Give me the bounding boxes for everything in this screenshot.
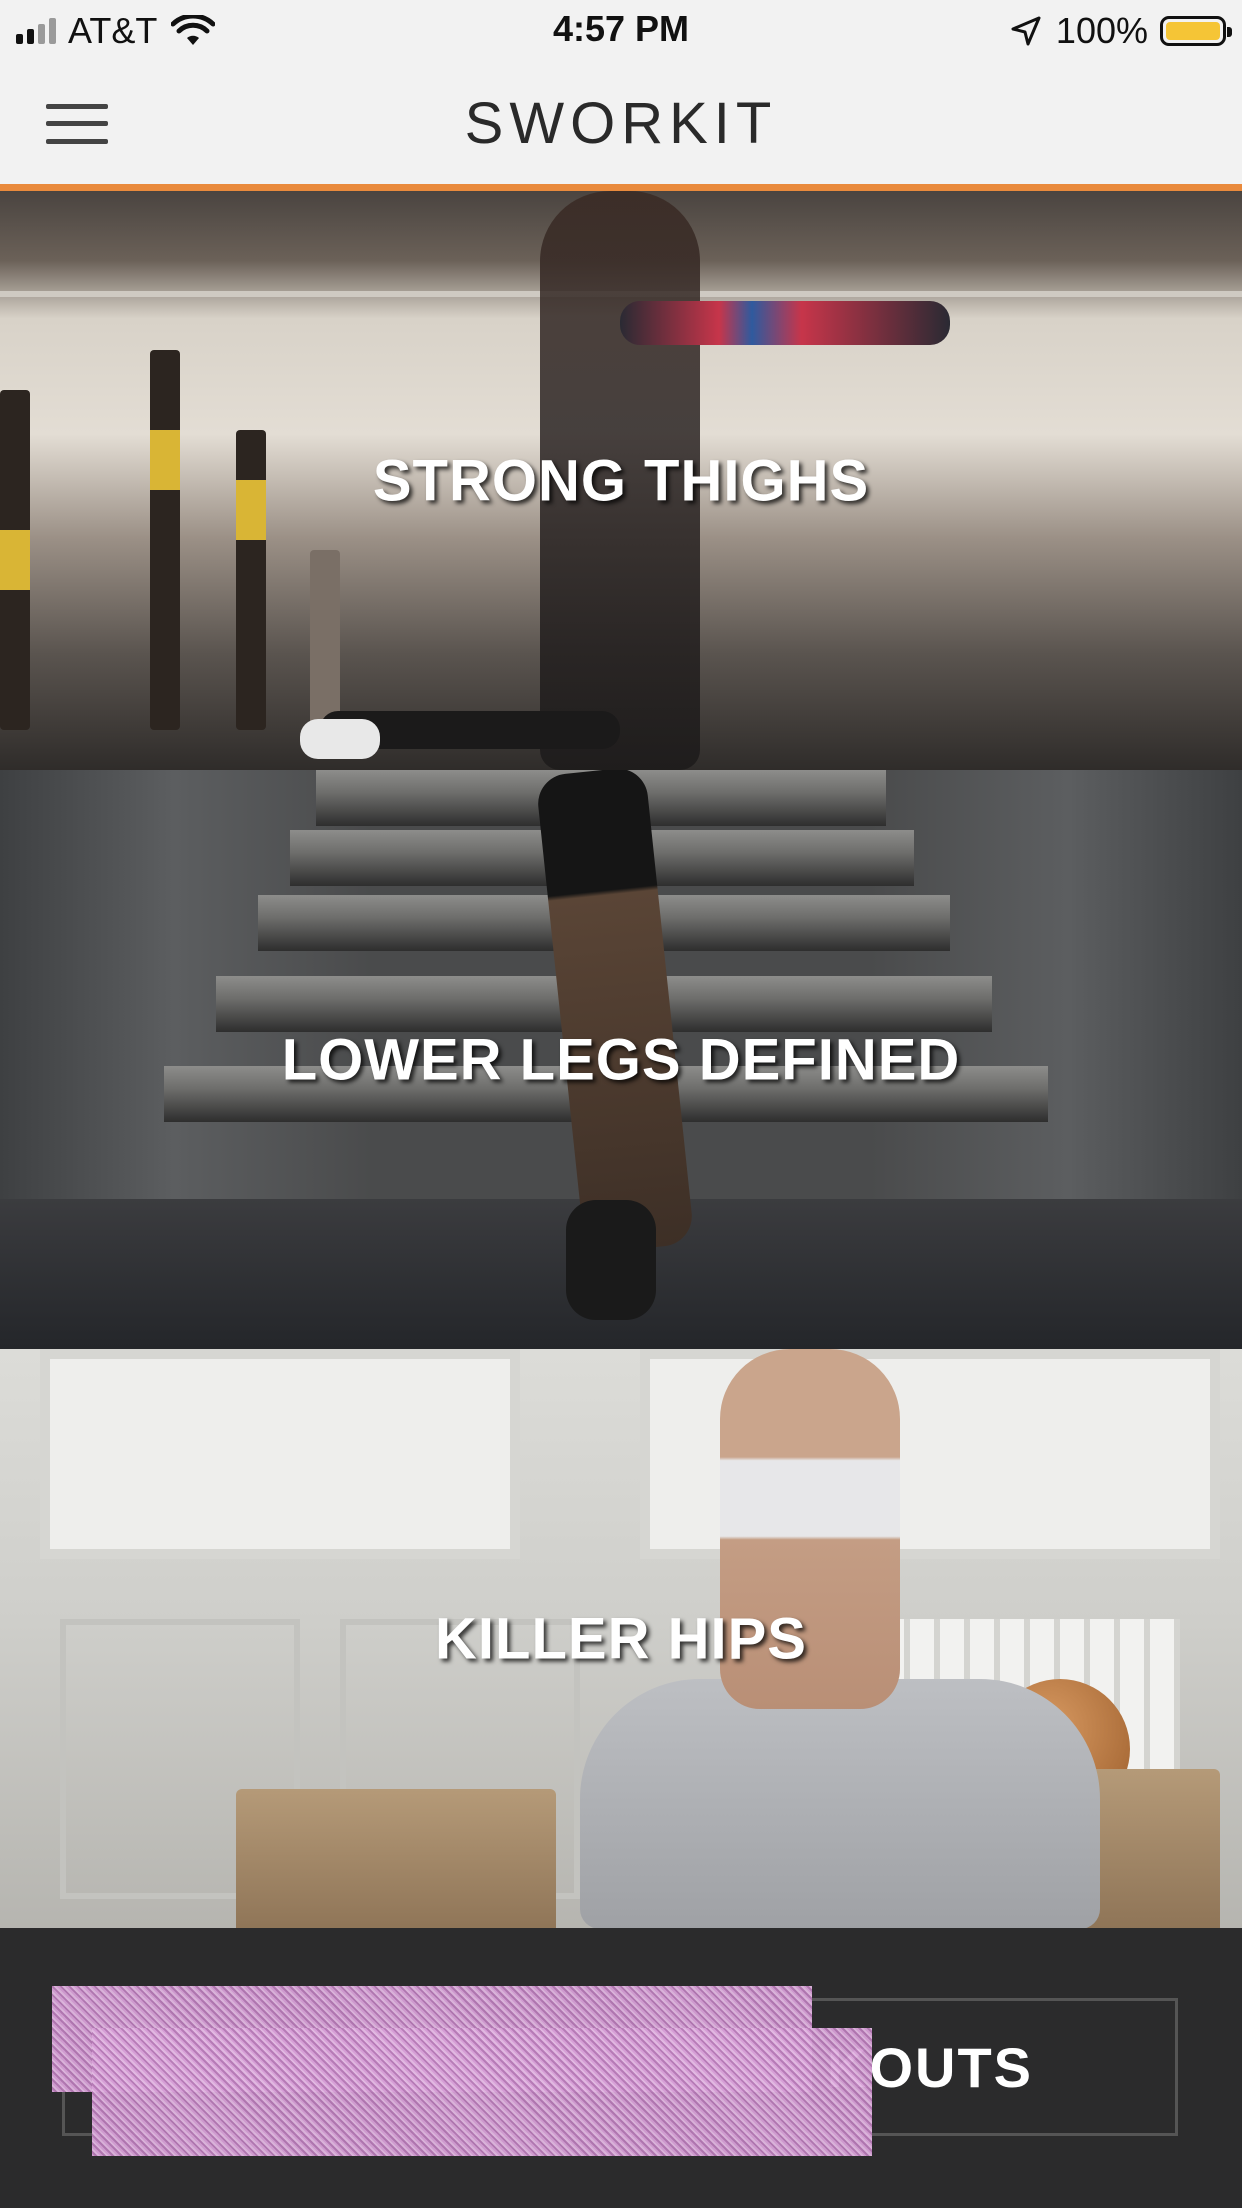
battery-percent: 100% [1055,10,1148,51]
redacted-area [92,2028,872,2156]
status-bar: AT&T 4:57 PM 100% [0,0,1242,62]
workout-tile-killer-hips[interactable]: KILLER HIPS [0,1349,1242,1928]
bottom-bar: KOUTS [0,1928,1242,2208]
workout-list: STRONG THIGHS LOWER LEGS DEFINED KILLER … [0,191,1242,1928]
location-arrow-icon [1011,16,1041,46]
workout-title: LOWER LEGS DEFINED [281,1027,961,1092]
nav-bar: SWORKIT [0,62,1242,191]
brand-logo: SWORKIT [464,91,778,156]
status-right: 100% [1010,10,1232,52]
workout-title: KILLER HIPS [435,1606,807,1671]
workout-tile-lower-legs-defined[interactable]: LOWER LEGS DEFINED [0,770,1242,1349]
workout-title: STRONG THIGHS [372,448,870,513]
workout-tile-strong-thighs[interactable]: STRONG THIGHS [0,191,1242,770]
battery-icon [1160,16,1232,46]
